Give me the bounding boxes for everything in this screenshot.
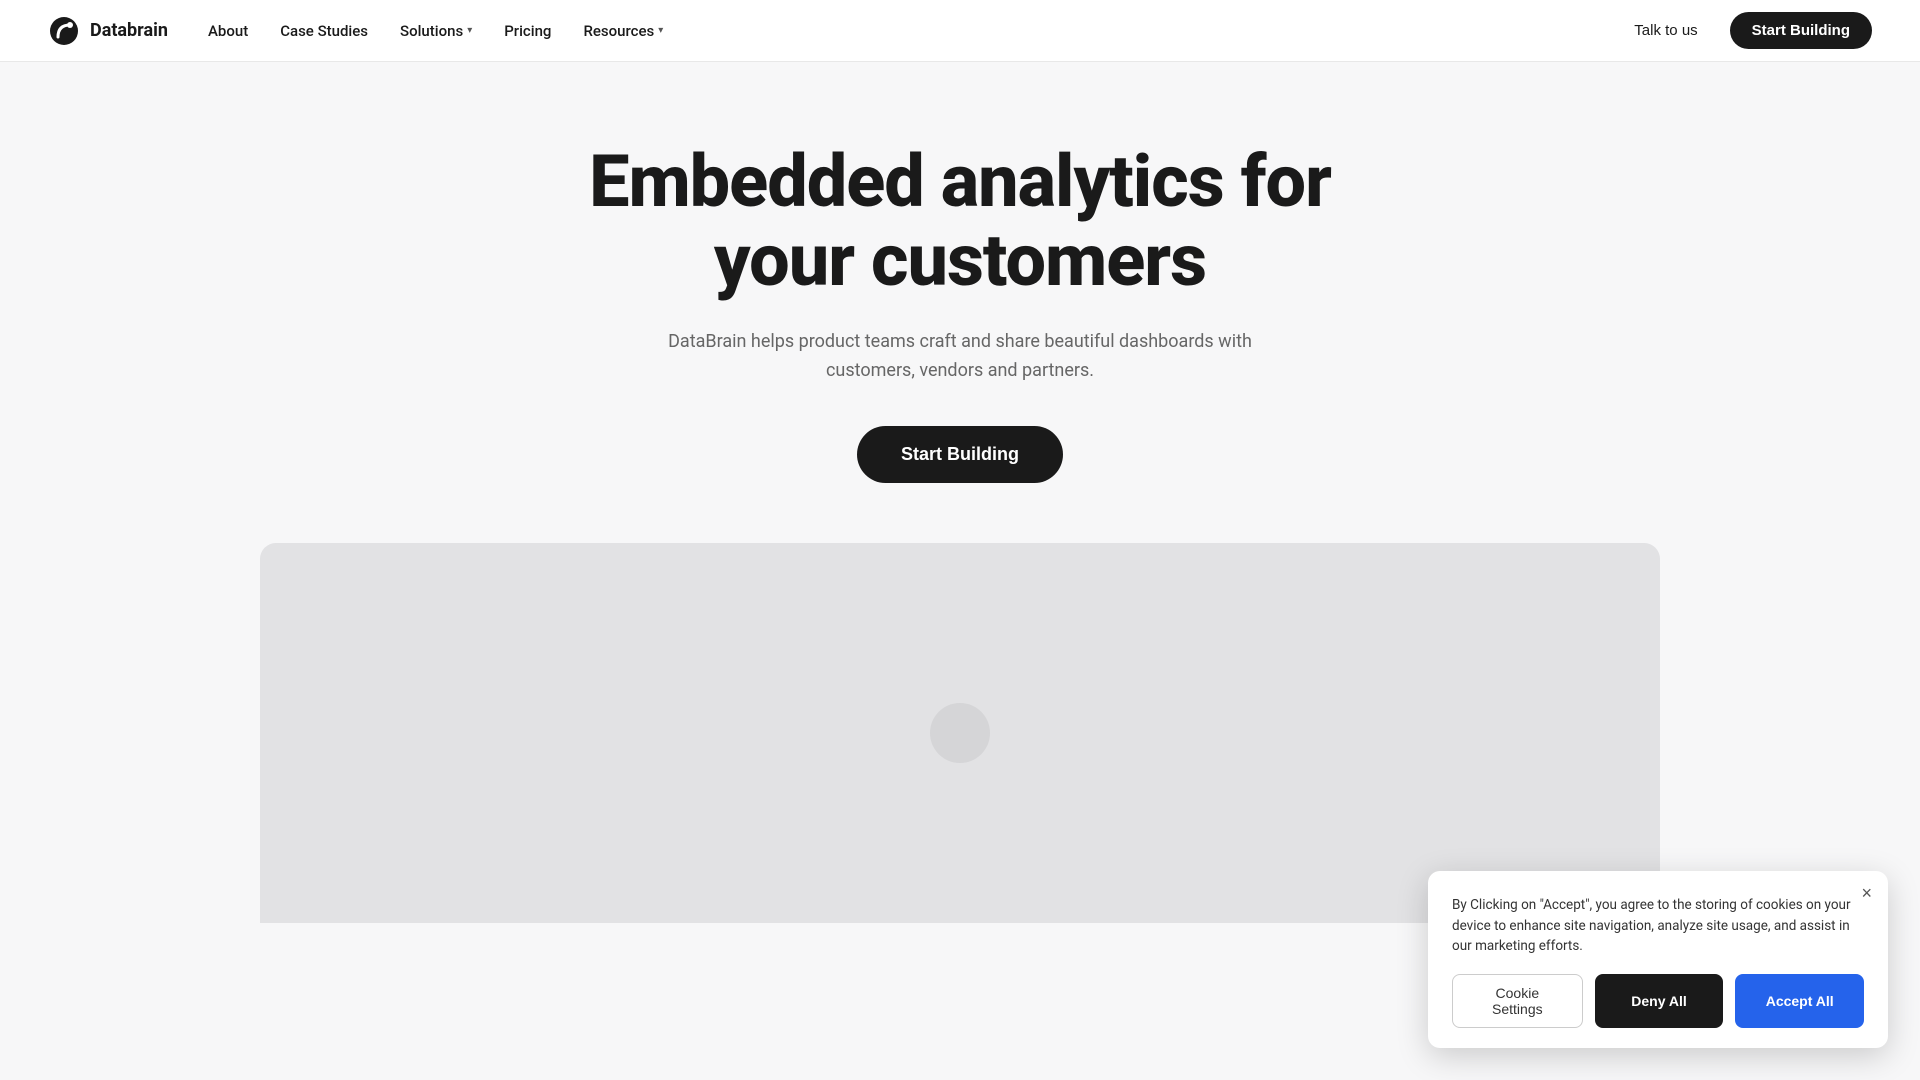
logo-link[interactable]: Databrain xyxy=(48,15,168,47)
nav-right: Talk to us Start Building xyxy=(1618,12,1872,49)
nav-item-resources[interactable]: Resources ▾ xyxy=(583,22,663,40)
navbar: Databrain About Case Studies Solutions ▾… xyxy=(0,0,1920,62)
nav-left: Databrain About Case Studies Solutions ▾… xyxy=(48,15,663,47)
demo-placeholder-circle xyxy=(930,703,990,763)
resources-chevron-down-icon: ▾ xyxy=(658,25,663,36)
databrain-logo-icon xyxy=(48,15,80,47)
demo-area xyxy=(260,543,1660,923)
cookie-settings-button[interactable]: Cookie Settings xyxy=(1452,974,1583,1028)
accept-all-button[interactable]: Accept All xyxy=(1735,974,1864,1028)
nav-item-solutions[interactable]: Solutions ▾ xyxy=(400,22,472,40)
hero-title: Embedded analytics for your customers xyxy=(589,142,1331,300)
hero-title-line1: Embedded analytics for xyxy=(589,139,1331,224)
solutions-chevron-down-icon: ▾ xyxy=(467,25,472,36)
hero-subtitle: DataBrain helps product teams craft and … xyxy=(660,328,1260,386)
deny-all-button[interactable]: Deny All xyxy=(1595,974,1724,1028)
hero-title-line2: your customers xyxy=(714,218,1206,303)
start-building-hero-button[interactable]: Start Building xyxy=(857,426,1063,483)
nav-resources-label: Resources xyxy=(583,22,654,40)
cookie-close-button[interactable]: × xyxy=(1861,883,1872,904)
start-building-nav-button[interactable]: Start Building xyxy=(1730,12,1872,49)
nav-item-pricing[interactable]: Pricing xyxy=(504,21,551,40)
nav-item-about[interactable]: About xyxy=(208,21,248,40)
nav-item-case-studies[interactable]: Case Studies xyxy=(280,21,368,40)
cookie-text: By Clicking on "Accept", you agree to th… xyxy=(1452,895,1864,956)
hero-section: Embedded analytics for your customers Da… xyxy=(541,62,1379,543)
main-content: Embedded analytics for your customers Da… xyxy=(0,0,1920,923)
nav-links: About Case Studies Solutions ▾ Pricing R… xyxy=(208,21,663,40)
nav-pricing-link[interactable]: Pricing xyxy=(504,22,551,40)
cookie-buttons: Cookie Settings Deny All Accept All xyxy=(1452,974,1864,1028)
demo-inner xyxy=(260,543,1660,923)
talk-to-us-button[interactable]: Talk to us xyxy=(1618,14,1713,47)
nav-case-studies-link[interactable]: Case Studies xyxy=(280,22,368,40)
nav-solutions-label: Solutions xyxy=(400,22,463,40)
nav-resources-dropdown[interactable]: Resources ▾ xyxy=(583,22,663,40)
brand-name: Databrain xyxy=(90,20,168,41)
nav-solutions-dropdown[interactable]: Solutions ▾ xyxy=(400,22,472,40)
nav-about-link[interactable]: About xyxy=(208,22,248,40)
cookie-banner: × By Clicking on "Accept", you agree to … xyxy=(1428,871,1888,1048)
